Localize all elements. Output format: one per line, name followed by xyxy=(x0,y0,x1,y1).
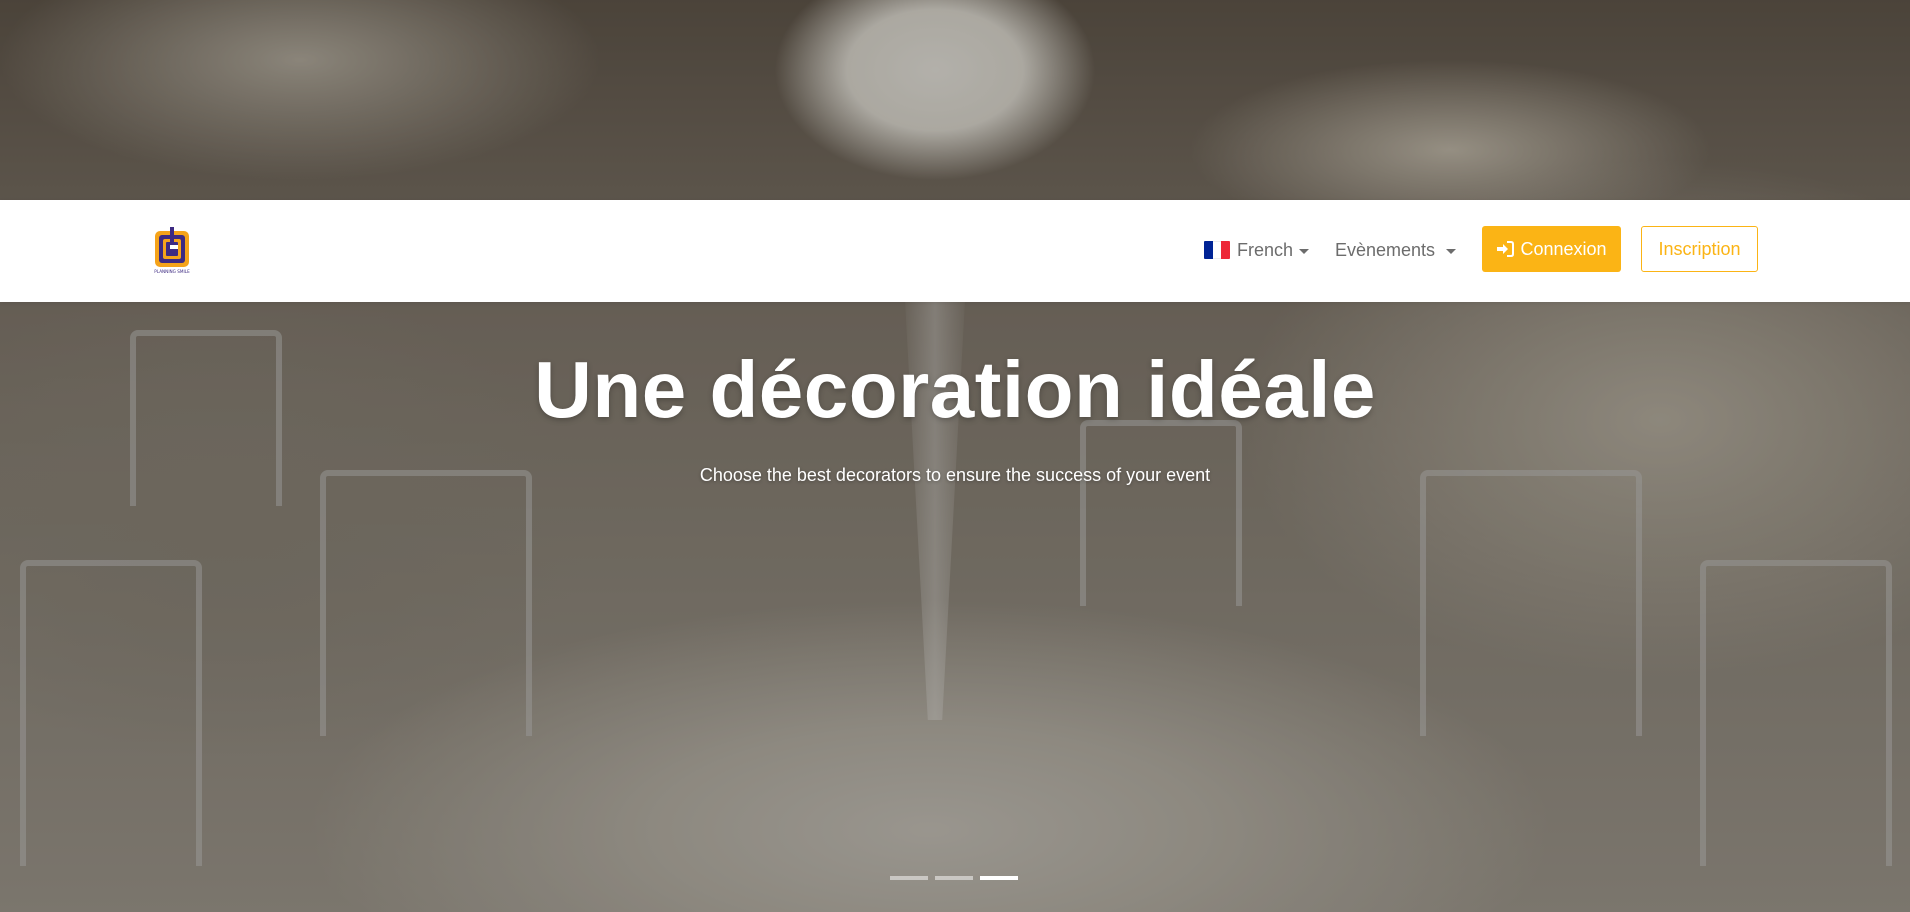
hero-title: Une décoration idéale xyxy=(534,345,1376,434)
login-button[interactable]: Connexion xyxy=(1482,226,1621,272)
carousel-indicator-2[interactable] xyxy=(935,876,973,880)
login-label: Connexion xyxy=(1520,238,1607,259)
events-label: Evènements xyxy=(1335,239,1436,260)
signup-button[interactable]: Inscription xyxy=(1641,226,1758,272)
chevron-down-icon xyxy=(1446,248,1457,254)
navbar: PLANNING SMILE French Evènements Connexi… xyxy=(0,200,1910,302)
sign-in-icon xyxy=(1497,241,1515,257)
carousel-indicator-3-active[interactable] xyxy=(980,876,1018,880)
carousel-indicator-1[interactable] xyxy=(890,876,928,880)
svg-text:PLANNING SMILE: PLANNING SMILE xyxy=(154,269,190,274)
french-flag-icon xyxy=(1204,241,1230,259)
carousel-indicators xyxy=(890,876,1018,880)
chevron-down-icon xyxy=(1299,248,1310,254)
language-dropdown[interactable]: French xyxy=(1204,237,1310,263)
hero-subtitle: Choose the best decorators to ensure the… xyxy=(699,465,1211,485)
language-label: French xyxy=(1237,239,1294,260)
hero-overlay xyxy=(0,0,1910,912)
signup-label: Inscription xyxy=(1658,238,1741,259)
site-logo[interactable]: PLANNING SMILE xyxy=(151,225,195,275)
planning-smile-logo-icon: PLANNING SMILE xyxy=(154,227,190,274)
page: Une décoration idéale Choose the best de… xyxy=(0,0,1910,912)
events-dropdown[interactable]: Evènements xyxy=(1335,237,1457,263)
